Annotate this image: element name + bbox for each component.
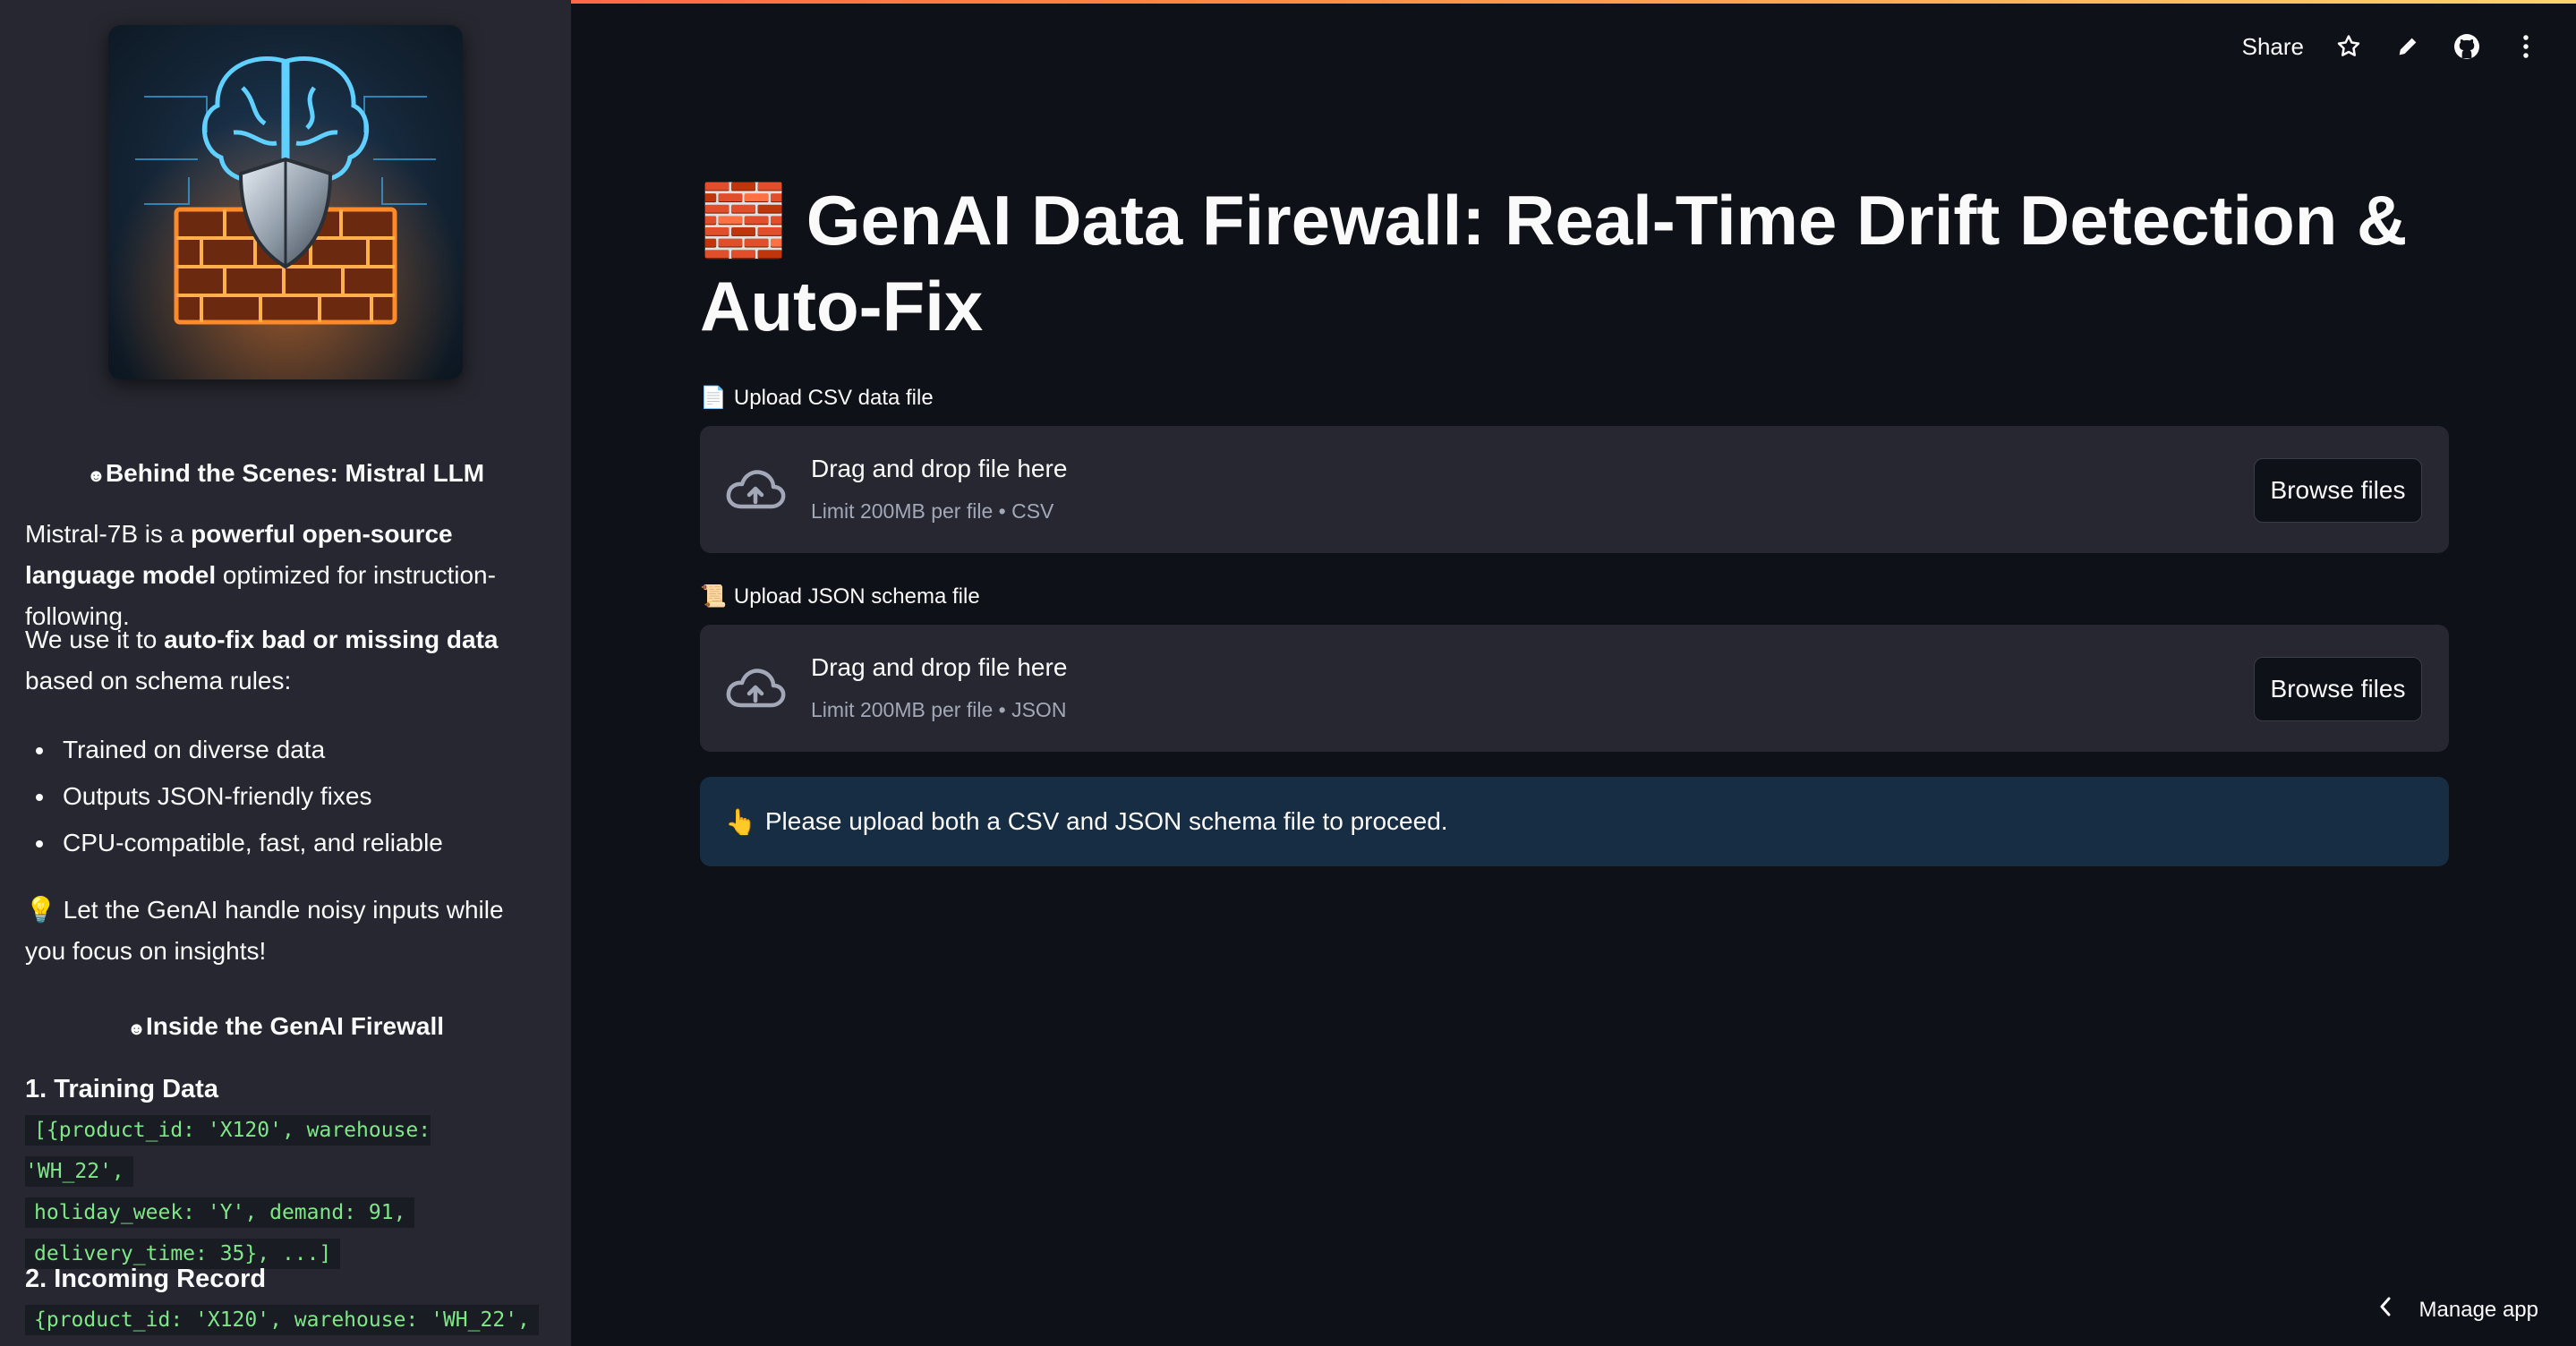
list-item: Trained on diverse data — [25, 727, 546, 773]
csv-drop-instructions: Drag and drop file here — [811, 455, 1068, 482]
json-upload-label: 📜 Upload JSON schema file — [700, 584, 980, 609]
lightbulb-icon: 💡 — [25, 896, 56, 924]
chevron-left-icon — [2378, 1296, 2393, 1324]
step1-title: 1. Training Data — [25, 1075, 218, 1103]
csv-file-limit: Limit 200MB per file • CSV — [811, 499, 1054, 523]
scroll-icon: 📜 — [700, 584, 727, 609]
robot-emoji-icon: ☻ — [126, 1019, 147, 1039]
sidebar: ☻Behind the Scenes: Mistral LLM Mistral-… — [0, 0, 571, 1346]
sidebar-heading-inside-firewall: ☻Inside the GenAI Firewall — [126, 1012, 444, 1040]
brick-icon: 🧱 — [700, 181, 788, 260]
sidebar-tip: 💡 Let the GenAI handle noisy inputs whil… — [25, 896, 504, 965]
list-item: Outputs JSON-friendly fixes — [25, 773, 546, 820]
step2-title: 2. Incoming Record — [25, 1265, 267, 1293]
sidebar-feature-list: Trained on diverse data Outputs JSON-fri… — [25, 727, 546, 866]
sidebar-paragraph-autofix: We use it to auto-fix bad or missing dat… — [25, 626, 499, 694]
json-dropzone[interactable]: Drag and drop file here Limit 200MB per … — [700, 625, 2449, 752]
list-item: CPU-compatible, fast, and reliable — [25, 820, 546, 866]
json-file-limit: Limit 200MB per file • JSON — [811, 698, 1067, 721]
page-title: 🧱 GenAI Data Firewall: Real-Time Drift D… — [700, 181, 2408, 345]
pointing-up-icon: 👆 — [725, 807, 756, 836]
upload-info-alert: 👆 Please upload both a CSV and JSON sche… — [700, 777, 2449, 866]
step2-code-block: {product_id: 'X120', warehouse: 'WH_22', — [25, 1299, 546, 1341]
firewall-brain-logo — [108, 25, 463, 379]
csv-browse-files-button[interactable]: Browse files — [2254, 458, 2422, 523]
csv-upload-label: 📄 Upload CSV data file — [700, 385, 934, 411]
cloud-upload-icon — [725, 666, 786, 712]
manage-app-button[interactable]: Manage app — [2378, 1296, 2538, 1324]
robot-emoji-icon: ☻ — [86, 466, 106, 486]
cloud-upload-icon — [725, 467, 786, 514]
json-drop-instructions: Drag and drop file here — [811, 653, 1068, 681]
json-browse-files-button[interactable]: Browse files — [2254, 657, 2422, 721]
csv-dropzone[interactable]: Drag and drop file here Limit 200MB per … — [700, 426, 2449, 553]
main-content: 🧱 GenAI Data Firewall: Real-Time Drift D… — [700, 0, 2449, 1346]
github-icon[interactable] — [2452, 32, 2481, 61]
more-menu-icon[interactable] — [2512, 32, 2540, 61]
firewall-brain-illustration — [108, 25, 463, 379]
sidebar-heading-behind-scenes: ☻Behind the Scenes: Mistral LLM — [86, 459, 485, 487]
step1-code-block: [{product_id: 'X120', warehouse: 'WH_22'… — [25, 1110, 546, 1274]
document-icon: 📄 — [700, 386, 727, 410]
